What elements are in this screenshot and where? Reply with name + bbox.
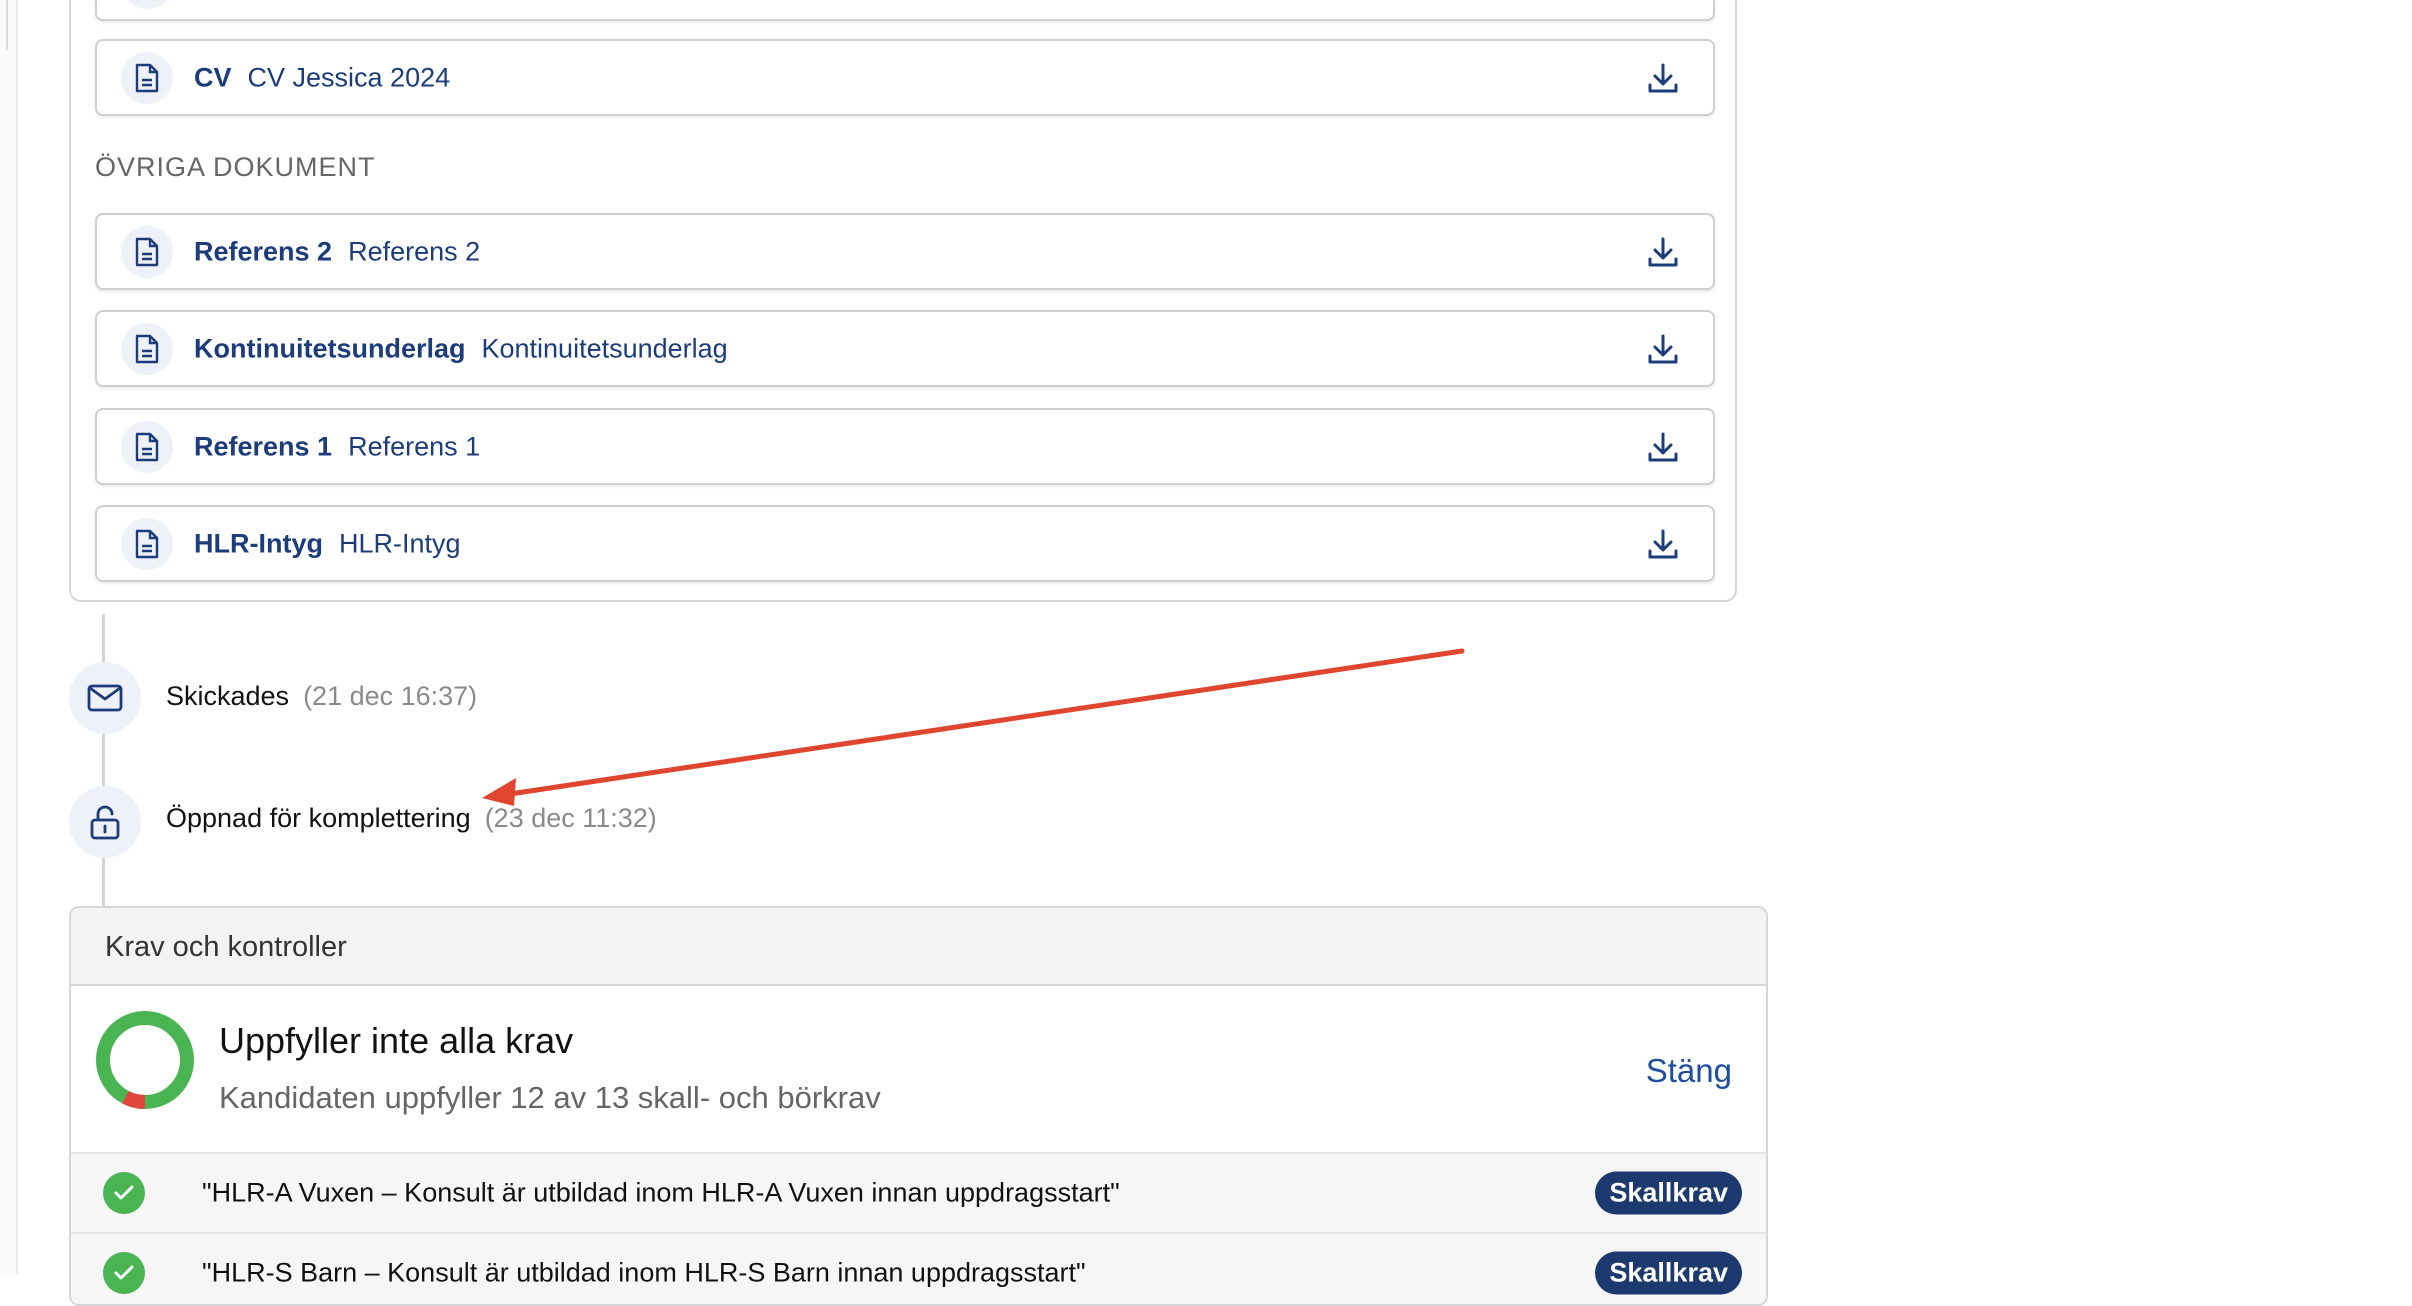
timeline-event-reopened: Öppnad för komplettering (23 dec 11:32)	[166, 803, 657, 834]
requirement-text: "HLR-A Vuxen – Konsult är utbildad inom …	[202, 1177, 1120, 1208]
timeline-event-label: Skickades	[166, 681, 290, 711]
timeline-event-sent: Skickades (21 dec 16:37)	[166, 681, 477, 712]
document-filename: Referens 2	[348, 236, 481, 266]
document-type: Referens 1	[194, 431, 333, 461]
close-button[interactable]: Stäng	[1646, 1052, 1732, 1090]
document-type: Referens 2	[194, 236, 333, 266]
document-filename: Kontinuitetsunderlag	[481, 333, 728, 363]
document-icon	[121, 51, 173, 104]
document-row-cv[interactable]: CV CV Jessica 2024	[95, 39, 1715, 116]
document-label[interactable]: CV CV Jessica 2024	[194, 62, 450, 93]
requirements-title: Uppfyller inte alla krav	[219, 1020, 574, 1061]
download-icon[interactable]	[1641, 327, 1685, 371]
document-filename: Referens 1	[348, 431, 481, 461]
requirement-badge: Skallkrav	[1595, 1171, 1742, 1215]
document-icon	[121, 420, 173, 473]
document-label[interactable]: Referens 1 Referens 1	[194, 431, 480, 462]
document-label[interactable]: HLR-Intyg HLR-Intyg	[194, 528, 461, 559]
requirement-row[interactable]: "HLR-A Vuxen – Konsult är utbildad inom …	[71, 1154, 1766, 1234]
document-row-kontinuitetsunderlag[interactable]: Kontinuitetsunderlag Kontinuitetsunderlag	[95, 310, 1715, 387]
timeline-event-label: Öppnad för komplettering	[166, 803, 471, 833]
document-label[interactable]: Referens 2 Referens 2	[194, 236, 480, 267]
requirement-badge: Skallkrav	[1595, 1251, 1742, 1295]
download-icon[interactable]	[1641, 230, 1685, 274]
left-rail	[0, 0, 18, 1274]
document-filename: HLR-Intyg	[338, 528, 461, 558]
timeline-event-time: (21 dec 16:37)	[303, 681, 478, 711]
document-row-hlr-intyg[interactable]: HLR-Intyg HLR-Intyg	[95, 505, 1715, 582]
document-label[interactable]: Kontinuitetsunderlag Kontinuitetsunderlag	[194, 333, 728, 364]
download-icon[interactable]	[1641, 56, 1685, 100]
timeline-connector	[102, 734, 105, 786]
download-icon[interactable]	[1641, 425, 1685, 469]
document-icon	[121, 0, 173, 9]
envelope-icon	[69, 662, 141, 734]
timeline-connector	[102, 614, 105, 662]
document-type: Kontinuitetsunderlag	[194, 333, 466, 363]
document-type: HLR-Intyg	[194, 528, 323, 558]
check-circle-icon	[103, 1252, 145, 1294]
download-icon[interactable]	[1641, 522, 1685, 566]
requirement-text: "HLR-S Barn – Konsult är utbildad inom H…	[202, 1257, 1086, 1288]
check-circle-icon	[103, 1172, 145, 1214]
document-icon	[121, 225, 173, 278]
requirements-summary: Uppfyller inte alla krav Kandidaten uppf…	[71, 986, 1766, 1154]
document-type: CV	[194, 62, 232, 92]
requirements-header: Krav och kontroller	[71, 908, 1766, 986]
document-icon	[121, 517, 173, 570]
requirement-row[interactable]: "HLR-S Barn – Konsult är utbildad inom H…	[71, 1234, 1766, 1304]
document-row-referens-1[interactable]: Referens 1 Referens 1	[95, 408, 1715, 485]
document-filename: CV Jessica 2024	[247, 62, 451, 92]
requirements-card: Krav och kontroller Uppfyller inte alla …	[69, 906, 1768, 1306]
timeline-event-time: (23 dec 11:32)	[484, 803, 657, 833]
document-icon	[121, 322, 173, 375]
document-row-partial[interactable]	[95, 0, 1715, 21]
requirements-progress-donut	[96, 1011, 194, 1109]
other-documents-heading: ÖVRIGA DOKUMENT	[95, 152, 376, 182]
unlock-icon	[69, 786, 141, 858]
rail-handle	[0, 0, 8, 50]
document-row-referens-2[interactable]: Referens 2 Referens 2	[95, 213, 1715, 290]
requirements-subtitle: Kandidaten uppfyller 12 av 13 skall- och…	[219, 1080, 881, 1115]
timeline-connector	[102, 858, 105, 906]
